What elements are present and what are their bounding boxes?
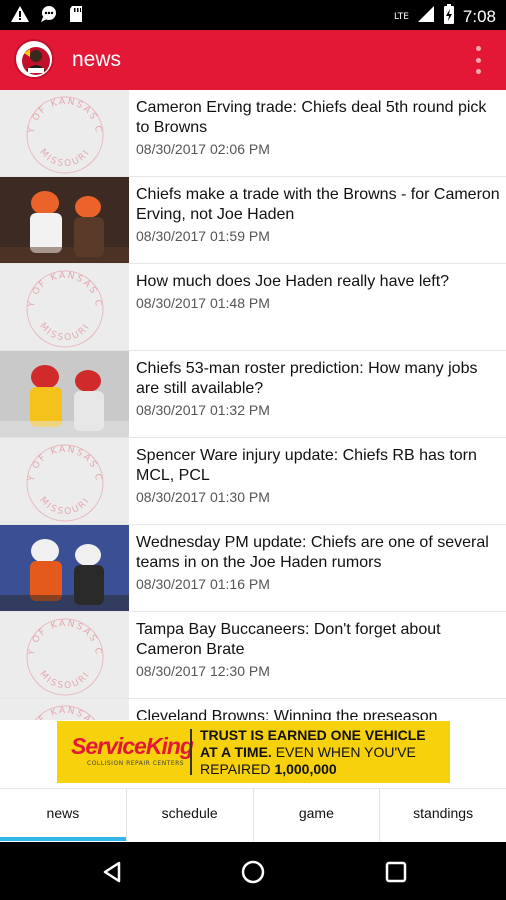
news-headline: How much does Joe Haden really have left… [136, 273, 450, 290]
news-photo [0, 177, 129, 263]
ad-divider [190, 729, 192, 775]
svg-text:MISSOURI: MISSOURI [37, 669, 92, 691]
news-headline: Tampa Bay Buccaneers: Don't forget about… [136, 621, 441, 658]
svg-text:CITY OF KANSAS CITY: CITY OF KANSAS CITY [0, 90, 103, 135]
city-seal-image: CITY OF KANSAS CITY MISSOURI [0, 438, 129, 524]
news-headline: Chiefs 53-man roster prediction: How man… [136, 360, 478, 397]
network-type: LTE [393, 11, 409, 22]
seal-top-text: CITY OF KANSAS CITY [0, 90, 101, 135]
news-item[interactable]: CITY OF KANSAS CITY MISSOURI How much does… [0, 264, 506, 351]
news-photo [0, 351, 129, 437]
news-item[interactable]: Chiefs 53-man roster prediction: How man… [0, 351, 506, 438]
ad-area: ServiceKing COLLISION REPAIR CENTERS TRU… [0, 720, 506, 786]
tab-game[interactable]: game [254, 789, 381, 841]
news-timestamp: 08/30/2017 01:30 PM [136, 489, 270, 505]
clock: 7:08 [462, 6, 496, 26]
sd-card-icon [68, 5, 84, 28]
city-seal-image: CITY OF KANSAS CITY MISSOURI [0, 612, 129, 698]
svg-text:CITY OF KANSAS CITY: CITY OF KANSAS CITY [0, 699, 103, 720]
news-timestamp: 08/30/2017 02:06 PM [136, 141, 270, 157]
signal-icon [417, 5, 435, 28]
city-seal-image: CITY OF KANSAS CITYMISSOURI [0, 699, 129, 720]
news-item[interactable]: CITY OF KANSAS CITY MISSOURI Cameron Ervin… [0, 90, 506, 177]
news-item[interactable]: CITY OF KANSAS CITY MISSOURI Tampa Bay Buc… [0, 612, 506, 699]
back-icon[interactable] [98, 858, 126, 886]
city-seal-image: CITY OF KANSAS CITY MISSOURI [0, 264, 129, 350]
svg-text:CITY OF KANSAS CITY: CITY OF KANSAS CITY [0, 438, 103, 483]
tab-schedule[interactable]: schedule [127, 789, 254, 841]
tab-standings[interactable]: standings [380, 789, 506, 841]
ad-brand: ServiceKing [71, 733, 194, 759]
svg-text:MISSOURI: MISSOURI [37, 147, 92, 169]
ad-line2: EVEN WHEN YOU'VE [275, 744, 416, 760]
seal-bottom-text: MISSOURI [37, 321, 90, 343]
tab-bar: news schedule game standings [0, 788, 506, 841]
news-item[interactable]: Wednesday PM update: Chiefs are one of s… [0, 525, 506, 612]
ad-line3b: 1,000,000 [274, 761, 337, 777]
ad-banner[interactable]: ServiceKing COLLISION REPAIR CENTERS TRU… [57, 721, 450, 783]
chat-icon [39, 5, 59, 28]
news-item[interactable]: CITY OF KANSAS CITY MISSOURI Spencer Ware … [0, 438, 506, 525]
home-icon[interactable] [239, 858, 267, 886]
news-headline: Spencer Ware injury update: Chiefs RB ha… [136, 447, 477, 484]
recents-icon[interactable] [382, 858, 410, 886]
news-headline: Cameron Erving trade: Chiefs deal 5th ro… [136, 99, 487, 136]
nav-bar [0, 842, 506, 900]
news-headline: Chiefs make a trade with the Browns - fo… [136, 186, 500, 223]
ad-line1b: AT A TIME. [200, 744, 272, 760]
page-title: news [72, 48, 122, 71]
svg-text:CITY OF KANSAS CITY: CITY OF KANSAS CITY [0, 612, 103, 657]
news-timestamp: 08/30/2017 12:30 PM [136, 663, 270, 679]
news-headline: Wednesday PM update: Chiefs are one of s… [136, 534, 489, 571]
tab-news[interactable]: news [0, 789, 127, 841]
seal-bottom-text: MISSOURI [37, 669, 90, 691]
seal-bottom-text: MISSOURI [37, 147, 90, 169]
app-bar: news [0, 30, 506, 90]
news-timestamp: 08/30/2017 01:48 PM [136, 295, 270, 311]
warning-icon [10, 5, 30, 28]
svg-text:MISSOURI: MISSOURI [37, 321, 92, 343]
svg-text:MISSOURI: MISSOURI [37, 495, 92, 517]
seal-top-text: CITY OF KANSAS CITY [0, 438, 101, 483]
news-timestamp: 08/30/2017 01:59 PM [136, 228, 270, 244]
overflow-menu-icon[interactable] [472, 44, 484, 76]
svg-text:CITY OF KANSAS CITY: CITY OF KANSAS CITY [0, 264, 103, 309]
seal-top-text: CITY OF KANSAS CITY [0, 699, 101, 720]
news-item[interactable]: CITY OF KANSAS CITYMISSOURI Cleveland Bro… [0, 699, 506, 720]
seal-bottom-text: MISSOURI [37, 495, 90, 517]
news-timestamp: 08/30/2017 01:32 PM [136, 402, 270, 418]
ad-brand-sub: COLLISION REPAIR CENTERS [87, 760, 185, 767]
news-photo [0, 525, 129, 611]
news-headline: Cleveland Browns: Winning the preseason [136, 708, 438, 720]
news-list[interactable]: CITY OF KANSAS CITY MISSOURI Cameron Ervin… [0, 90, 506, 720]
status-bar: LTE 7:08 [0, 0, 506, 30]
ad-line3: REPAIRED [200, 761, 271, 777]
ad-copy: TRUST IS EARNED ONE VEHICLE AT A TIME. E… [200, 727, 445, 778]
battery-icon [443, 4, 455, 29]
city-seal-image: CITY OF KANSAS CITY MISSOURI [0, 90, 129, 176]
news-item[interactable]: Chiefs make a trade with the Browns - fo… [0, 177, 506, 264]
seal-top-text: CITY OF KANSAS CITY [0, 264, 101, 309]
seal-top-text: CITY OF KANSAS CITY [0, 612, 101, 657]
ad-line1: TRUST IS EARNED ONE VEHICLE [200, 727, 426, 743]
team-logo[interactable] [14, 39, 54, 79]
news-timestamp: 08/30/2017 01:16 PM [136, 576, 270, 592]
